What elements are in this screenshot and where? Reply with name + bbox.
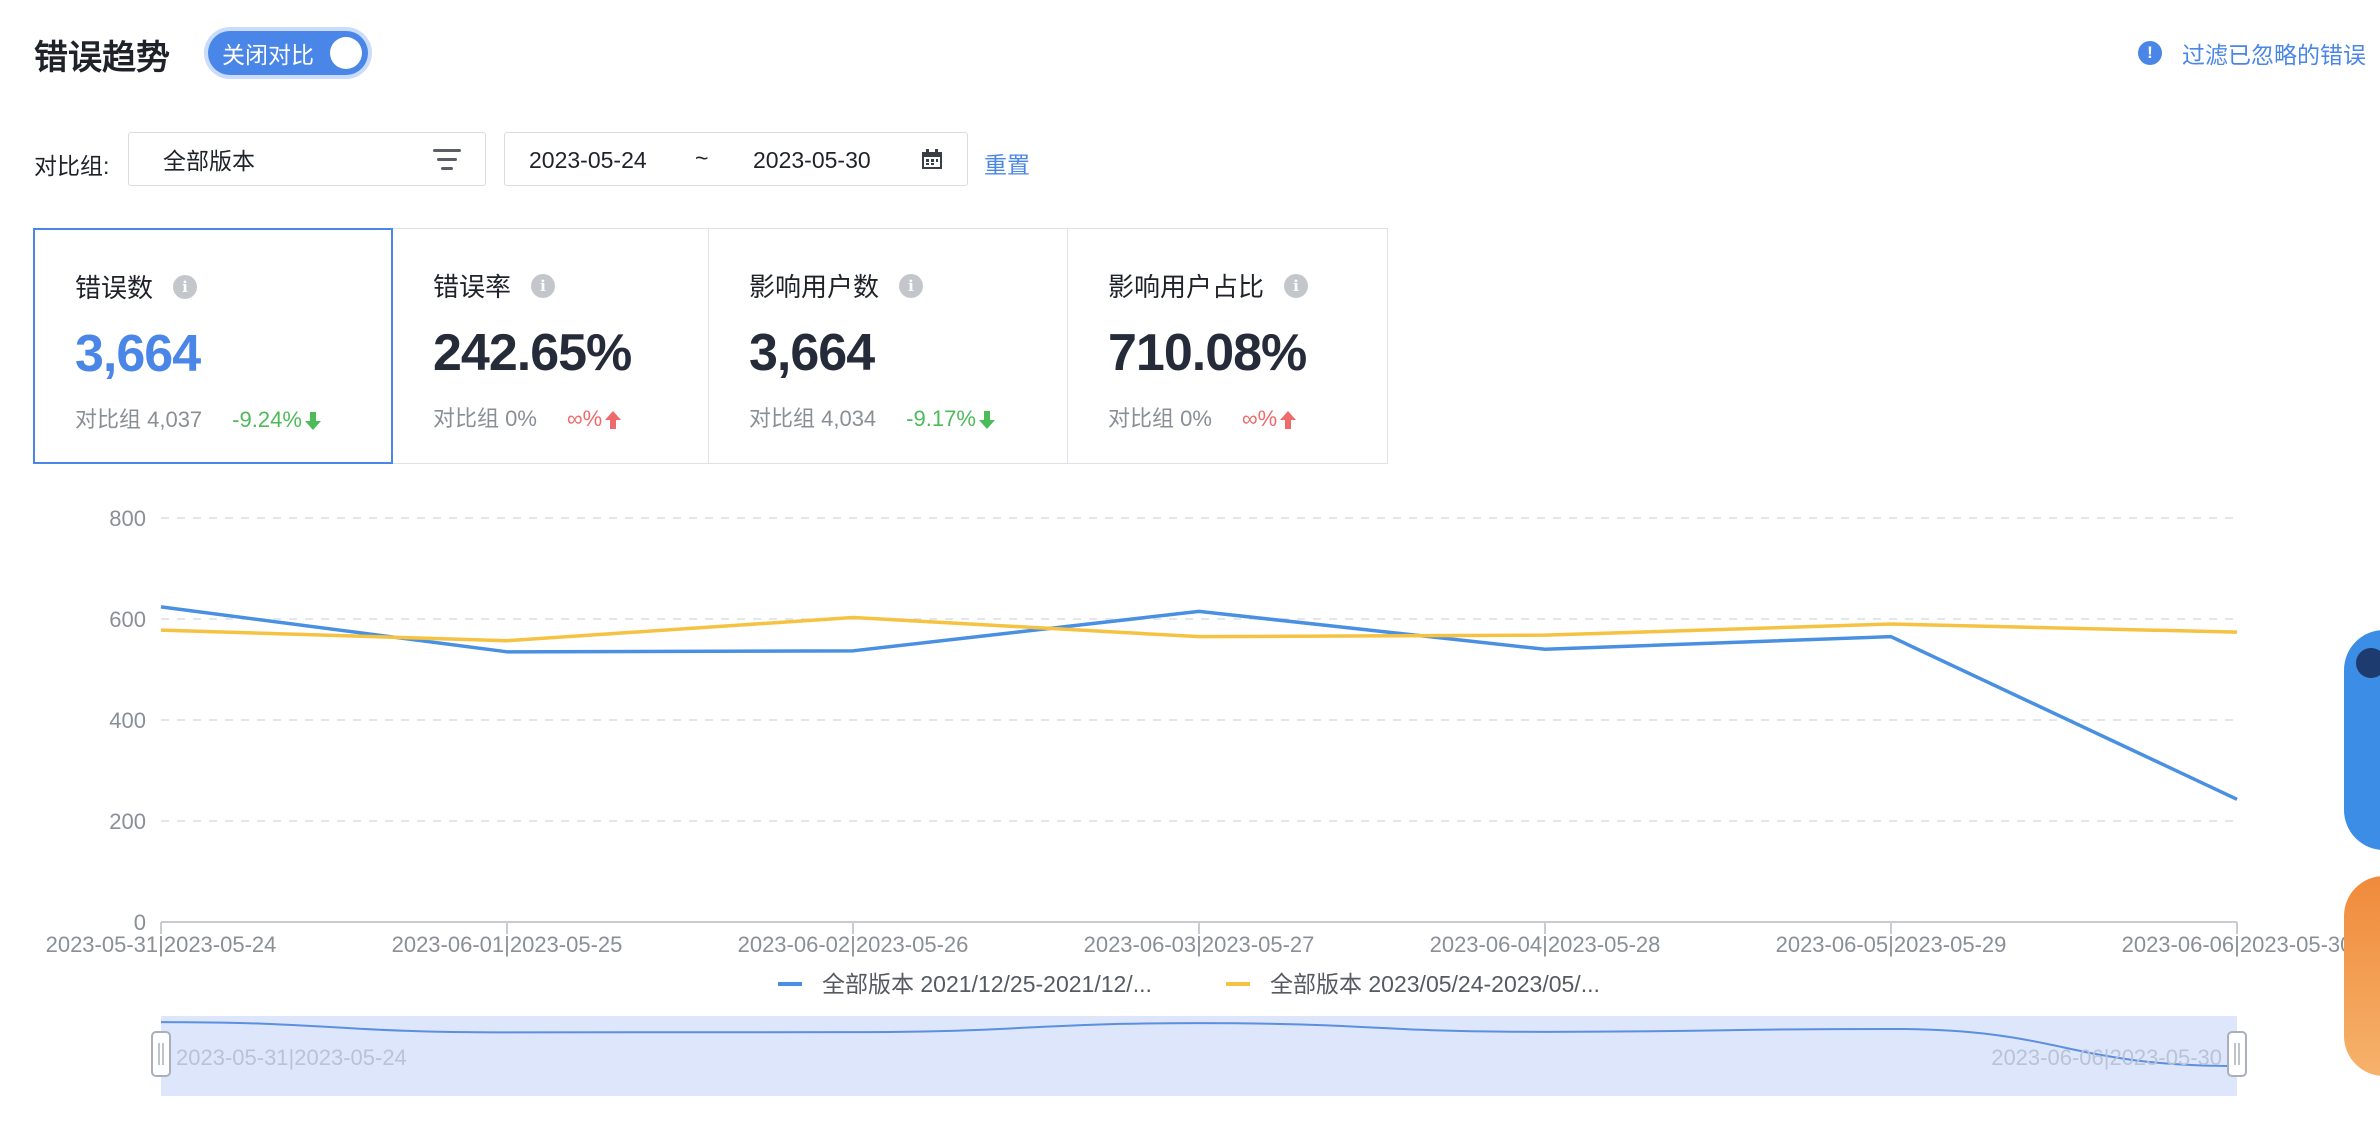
metric-change-value: -9.17% xyxy=(906,406,976,431)
zoom-series-line xyxy=(160,1021,2238,1068)
metric-title: 错误数 xyxy=(75,273,154,303)
metric-change-value: ∞% xyxy=(566,406,603,431)
metric-title: 错误率 xyxy=(433,272,512,302)
y-tick-label: 200 xyxy=(109,809,146,834)
x-tick-label: 2023-06-02|2023-05-26 xyxy=(738,932,969,957)
y-tick-label: 600 xyxy=(109,607,146,632)
chart-lines xyxy=(160,605,2238,801)
metric-compare: 对比组 0% ∞% xyxy=(1108,401,1297,433)
zoom-selection xyxy=(161,1016,2237,1096)
page-title: 错误趋势 xyxy=(34,39,170,77)
zoom-range-end-label: 2023-06-06|2023-05-30 xyxy=(1991,1045,2222,1070)
legend-label: 全部版本 2021/12/25-2021/12/... xyxy=(822,971,1152,997)
floating-tab-orange[interactable] xyxy=(2344,876,2380,1076)
metric-value: 242.65% xyxy=(433,324,632,382)
metric-compare: 对比组 4,037 -9.24% xyxy=(75,402,322,434)
calendar-icon xyxy=(922,149,942,169)
x-tick-label: 2023-06-05|2023-05-29 xyxy=(1776,932,2007,957)
compare-group-label: 对比组: xyxy=(34,153,110,179)
date-range-picker[interactable]: 2023-05-24 ~ 2023-05-30 xyxy=(504,132,968,186)
floating-tab-blue[interactable] xyxy=(2344,630,2380,850)
y-tick-label: 800 xyxy=(109,506,146,531)
version-select-value: 全部版本 xyxy=(163,148,255,174)
x-tick-label: 2023-06-04|2023-05-28 xyxy=(1430,932,1661,957)
metric-title-wrap: 影响用户数 i xyxy=(749,267,924,304)
arrow-down-icon xyxy=(304,412,321,431)
metric-card-affected-users[interactable]: 影响用户数 i 3,664 对比组 4,034 -9.17% xyxy=(708,228,1068,464)
date-end: 2023-05-30 xyxy=(753,147,871,173)
compare-toggle[interactable]: 关闭对比 xyxy=(208,31,368,75)
y-tick-label: 0 xyxy=(134,910,146,935)
series-line xyxy=(160,605,2238,801)
metric-cards: 错误数 i 3,664 对比组 4,037 -9.24% 错误率 i 242.65… xyxy=(33,228,1388,464)
metric-card-affected-user-ratio[interactable]: 影响用户占比 i 710.08% 对比组 0% ∞% xyxy=(1067,228,1388,464)
play-icon xyxy=(2356,648,2380,678)
reset-link[interactable]: 重置 xyxy=(984,146,1030,180)
metric-change-value: -9.24% xyxy=(232,407,302,432)
metric-compare: 对比组 0% ∞% xyxy=(433,401,622,433)
version-select[interactable]: 全部版本 xyxy=(128,132,486,186)
metric-value: 3,664 xyxy=(75,325,201,383)
info-icon[interactable]: i xyxy=(173,274,198,299)
metric-compare-label: 对比组 4,034 xyxy=(749,406,877,431)
chart-grid xyxy=(161,517,2237,923)
compare-toggle-label: 关闭对比 xyxy=(222,42,314,68)
metric-compare-label: 对比组 4,037 xyxy=(75,407,203,432)
date-start: 2023-05-24 xyxy=(529,147,647,173)
x-tick-label: 2023-06-01|2023-05-25 xyxy=(392,932,623,957)
metric-value: 710.08% xyxy=(1108,324,1307,382)
metric-change: -9.17% xyxy=(906,406,996,431)
arrow-up-icon xyxy=(605,411,622,430)
x-tick-label: 2023-06-03|2023-05-27 xyxy=(1084,932,1315,957)
metric-title-wrap: 错误数 i xyxy=(75,268,198,305)
info-icon[interactable]: i xyxy=(531,273,556,298)
zoom-handle-left[interactable] xyxy=(151,1031,171,1077)
metric-value: 3,664 xyxy=(749,324,875,382)
series-line xyxy=(160,615,2238,643)
legend-label: 全部版本 2023/05/24-2023/05/... xyxy=(1270,971,1600,997)
toggle-knob xyxy=(330,37,362,69)
exclamation-icon: ! xyxy=(2138,41,2162,65)
metric-card-error-rate[interactable]: 错误率 i 242.65% 对比组 0% ∞% xyxy=(392,228,709,464)
arrow-down-icon xyxy=(978,411,995,430)
metric-compare-label: 对比组 0% xyxy=(433,406,537,431)
metric-title: 影响用户数 xyxy=(749,272,880,302)
x-tick-label: 2023-06-06|2023-05-30 xyxy=(2122,932,2353,957)
filter-ignored-label: 过滤已忽略的错误 xyxy=(2182,42,2366,68)
info-icon[interactable]: i xyxy=(1284,273,1309,298)
date-separator: ~ xyxy=(695,145,709,171)
y-tick-label: 400 xyxy=(109,708,146,733)
metric-change: ∞% xyxy=(1242,406,1297,431)
metric-title-wrap: 影响用户占比 i xyxy=(1108,267,1309,304)
x-tick-label: 2023-05-31|2023-05-24 xyxy=(46,932,277,957)
filter-icon xyxy=(433,149,461,171)
metric-change-value: ∞% xyxy=(1241,406,1278,431)
info-icon[interactable]: i xyxy=(899,273,924,298)
metric-compare-label: 对比组 0% xyxy=(1108,406,1212,431)
arrow-up-icon xyxy=(1280,411,1297,430)
metric-change: ∞% xyxy=(567,406,622,431)
y-axis-ticks: 0 200 400 600 800 xyxy=(109,506,146,935)
filter-ignored-link[interactable]: ! 过滤已忽略的错误 xyxy=(2138,36,2366,70)
metric-change: -9.24% xyxy=(232,407,322,432)
metric-title: 影响用户占比 xyxy=(1108,272,1265,302)
chart-legend: 全部版本 2021/12/25-2021/12/... 全部版本 2023/05/… xyxy=(778,971,1600,997)
x-axis-ticks: 2023-05-31|2023-05-24 2023-06-01|2023-05-… xyxy=(46,922,2353,957)
zoom-range-start-label: 2023-05-31|2023-05-24 xyxy=(176,1045,407,1070)
metric-card-error-count[interactable]: 错误数 i 3,664 对比组 4,037 -9.24% xyxy=(33,228,393,464)
zoom-slider: 2023-05-31|2023-05-24 2023-06-06|2023-05-… xyxy=(151,1016,2247,1096)
zoom-handle-right[interactable] xyxy=(2227,1031,2247,1077)
metric-compare: 对比组 4,034 -9.17% xyxy=(749,401,996,433)
metric-title-wrap: 错误率 i xyxy=(433,267,556,304)
